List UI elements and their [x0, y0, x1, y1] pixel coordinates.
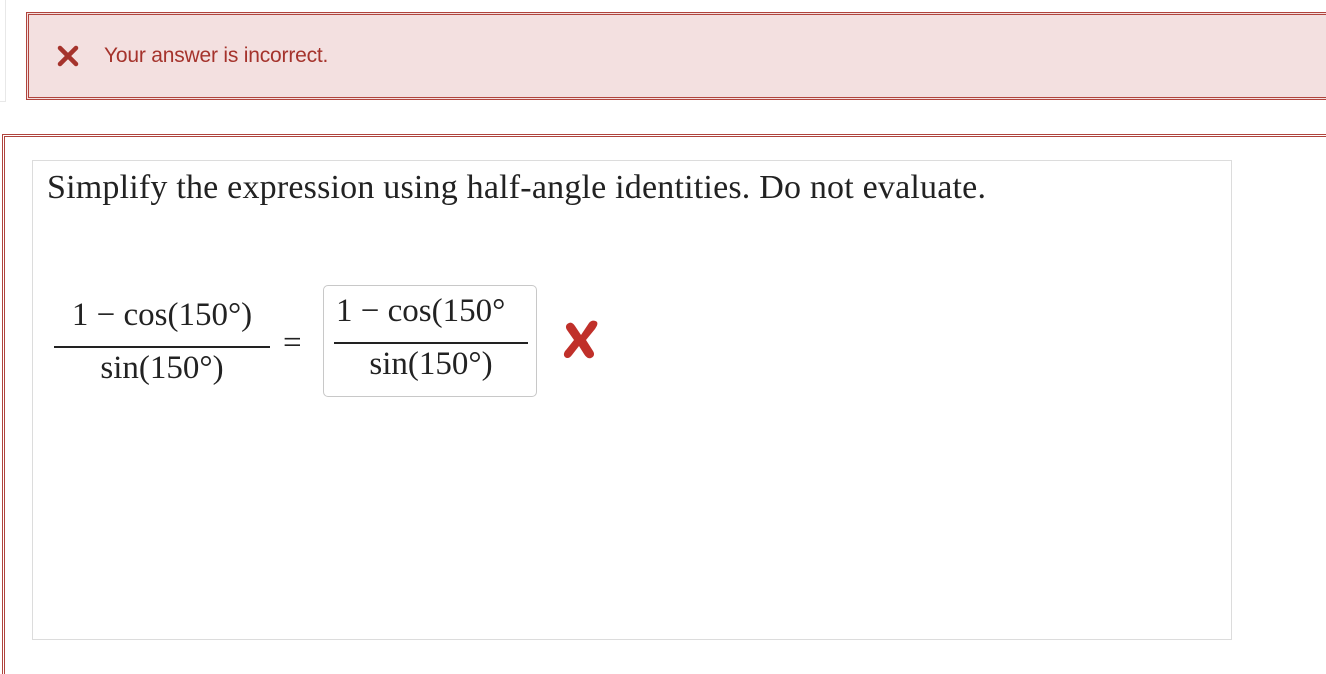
fraction-bar: [54, 346, 270, 348]
answer-fraction-bar: [334, 342, 528, 344]
close-icon: [55, 43, 81, 69]
question-prompt: Simplify the expression using half-angle…: [47, 169, 987, 206]
answer-numerator[interactable]: 1 − cos(150°: [334, 293, 528, 330]
question-card: Simplify the expression using half-angle…: [32, 160, 1232, 640]
given-expression: 1 − cos(150°) sin(150°): [54, 294, 270, 394]
given-numerator: 1 − cos(150°): [71, 297, 253, 333]
left-divider: [0, 0, 6, 102]
equals-sign: =: [283, 325, 302, 361]
feedback-banner: Your answer is incorrect.: [26, 12, 1326, 100]
answer-input[interactable]: 1 − cos(150° sin(150°): [323, 285, 537, 397]
answer-expression[interactable]: 1 − cos(150° sin(150°): [334, 290, 528, 390]
incorrect-x-icon: [561, 317, 601, 361]
feedback-message: Your answer is incorrect.: [104, 44, 329, 67]
given-denominator: sin(150°): [100, 350, 224, 386]
answer-denominator[interactable]: sin(150°): [334, 346, 528, 383]
